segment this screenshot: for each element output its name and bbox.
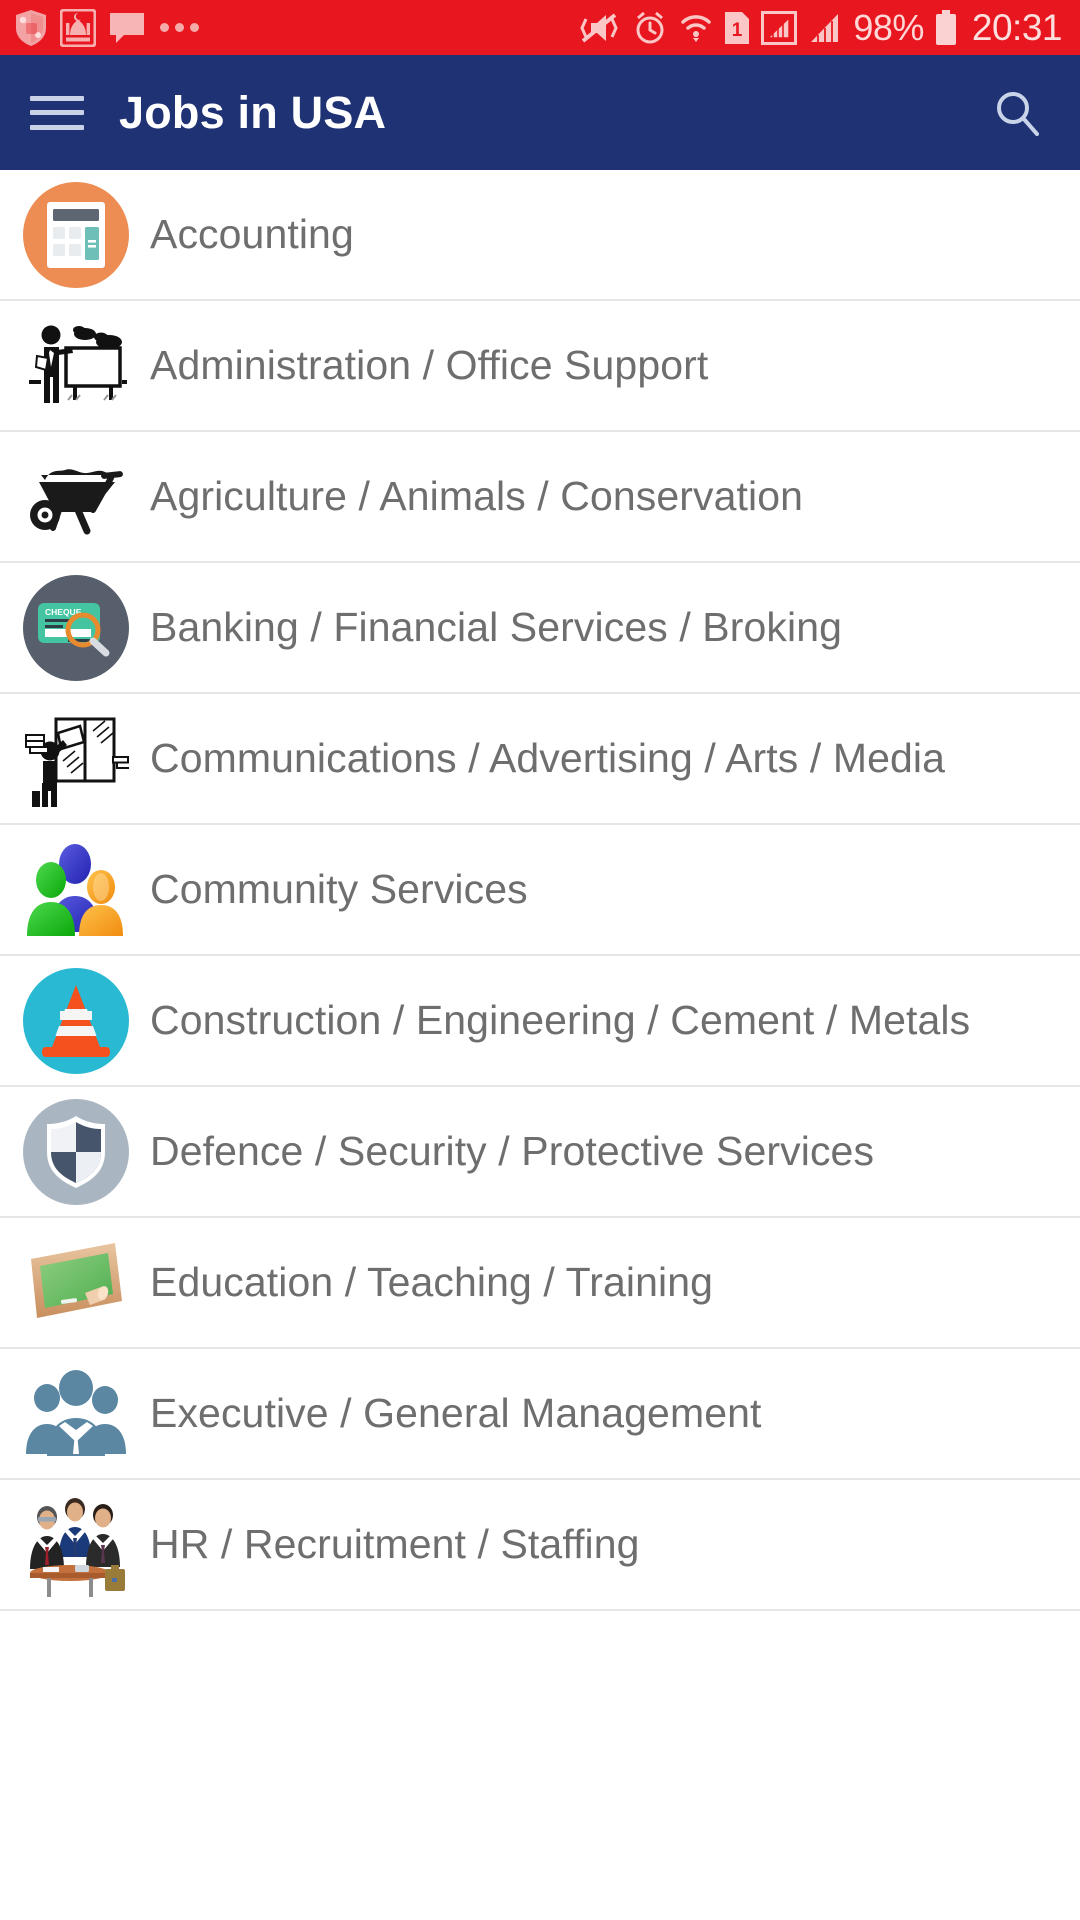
alarm-clock-icon <box>636 11 664 43</box>
list-item[interactable]: Administration / Office Support <box>0 301 1080 432</box>
list-item-icon: CHEQUE <box>22 574 130 682</box>
business-team-icon <box>26 1369 126 1456</box>
mosque-prayer-icon <box>60 8 96 47</box>
signal-bars-icon <box>811 13 839 42</box>
list-item[interactable]: Defence / Security / Protective Services <box>0 1087 1080 1218</box>
chalkboard-icon <box>31 1242 122 1318</box>
hamburger-menu-icon[interactable] <box>30 93 84 133</box>
list-item-icon <box>22 1360 130 1468</box>
presenter-board-icon <box>29 325 127 403</box>
list-item-label: Defence / Security / Protective Services <box>150 1128 875 1175</box>
list-item-label: Education / Teaching / Training <box>150 1259 714 1306</box>
status-bar: 1 98% 20:31 <box>0 0 1080 55</box>
list-item[interactable]: Community Services <box>0 825 1080 956</box>
status-bar-right-icons: 1 98% 20:31 <box>577 6 1063 48</box>
list-item-label: Community Services <box>150 866 528 913</box>
wheelbarrow-icon <box>30 468 123 534</box>
signal-boxed-icon <box>761 10 798 45</box>
list-item-label: Accounting <box>150 211 354 258</box>
battery-icon <box>935 9 956 45</box>
list-item-icon <box>22 443 130 551</box>
list-item-icon <box>22 967 130 1075</box>
svg-text:1: 1 <box>732 20 743 41</box>
list-item-icon <box>22 312 130 420</box>
list-item[interactable]: Construction / Engineering / Cement / Me… <box>0 956 1080 1087</box>
vibrate-mute-icon <box>580 12 618 43</box>
list-item-icon <box>22 1229 130 1337</box>
category-list: Accounting Administration / Office Suppo… <box>0 170 1080 1611</box>
shield-icon <box>23 1098 129 1205</box>
list-item-icon <box>22 1098 130 1206</box>
list-item-label: Executive / General Management <box>150 1390 762 1437</box>
list-item-label: Communications / Advertising / Arts / Me… <box>150 735 946 782</box>
sim-1-icon: 1 <box>725 11 750 44</box>
shield-antivirus-icon <box>16 9 46 46</box>
list-item-label: Construction / Engineering / Cement / Me… <box>150 997 971 1044</box>
list-item-icon <box>22 705 130 813</box>
list-item-label: Administration / Office Support <box>150 342 709 389</box>
more-notifications-dots <box>160 23 199 32</box>
list-item-icon <box>22 836 130 944</box>
battery-percent-label: 98% <box>853 6 924 48</box>
list-item-label: Banking / Financial Services / Broking <box>150 604 843 651</box>
page-title: Jobs in USA <box>119 86 387 138</box>
list-item[interactable]: Education / Teaching / Training <box>0 1218 1080 1349</box>
status-bar-clock: 20:31 <box>971 7 1063 48</box>
wifi-icon <box>681 14 712 42</box>
list-item-label: Agriculture / Animals / Conservation <box>150 473 804 520</box>
cheque-magnifier-icon: CHEQUE <box>23 574 129 681</box>
traffic-cone-icon <box>23 967 129 1074</box>
search-icon[interactable] <box>990 85 1046 141</box>
message-bubble-icon <box>110 12 144 43</box>
people-group-color-icon <box>27 843 123 936</box>
interview-panel-icon <box>30 1497 125 1597</box>
list-item-label: HR / Recruitment / Staffing <box>150 1521 640 1568</box>
app-bar: Jobs in USA <box>0 55 1080 170</box>
list-item[interactable]: CHEQUE Banking / Financial Services / Br… <box>0 563 1080 694</box>
list-item-icon <box>22 1491 130 1599</box>
calculator-icon <box>23 181 129 288</box>
poster-billboard-icon <box>25 717 129 807</box>
list-item[interactable]: Accounting <box>0 170 1080 301</box>
list-item[interactable]: HR / Recruitment / Staffing <box>0 1480 1080 1611</box>
list-item-icon <box>22 181 130 289</box>
list-item[interactable]: Agriculture / Animals / Conservation <box>0 432 1080 563</box>
status-bar-left-icons <box>14 8 577 47</box>
list-item[interactable]: Executive / General Management <box>0 1349 1080 1480</box>
list-item[interactable]: Communications / Advertising / Arts / Me… <box>0 694 1080 825</box>
